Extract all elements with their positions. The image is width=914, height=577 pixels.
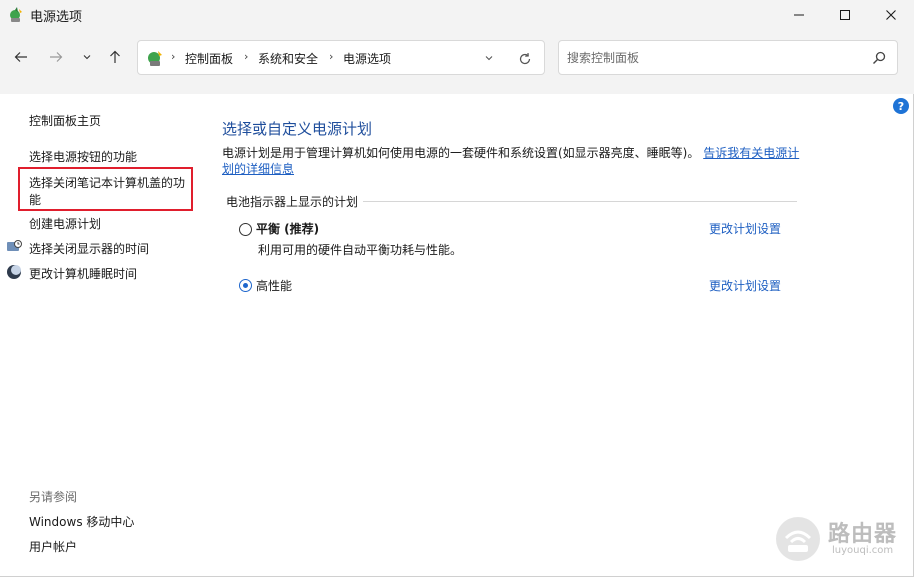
plan-balanced-radio[interactable] xyxy=(239,223,252,236)
toolbar-divider xyxy=(0,90,914,94)
arrow-up-icon xyxy=(110,50,120,63)
breadcrumb-system-security[interactable]: 系统和安全 xyxy=(258,50,318,67)
watermark-url: luyouqi.com xyxy=(832,545,894,556)
maximize-icon xyxy=(840,10,850,20)
learn-more-link-text-1: 告诉我有关电源计 xyxy=(703,146,800,160)
address-dropdown-button[interactable] xyxy=(481,50,497,66)
breadcrumb-separator-icon: › xyxy=(244,50,249,63)
learn-more-link-text-2: 划的详细信息 xyxy=(222,162,295,176)
address-bar[interactable]: › 控制面板 › 系统和安全 › 电源选项 xyxy=(137,40,545,75)
breadcrumb-separator-icon: › xyxy=(329,50,334,63)
plan-high-performance-name[interactable]: 高性能 xyxy=(256,277,292,294)
plan-group-label: 电池指示器上显示的计划 xyxy=(226,195,359,209)
chevron-down-icon xyxy=(83,55,91,60)
page-title: 选择或自定义电源计划 xyxy=(222,120,373,138)
watermark-text: 路由器 xyxy=(828,522,898,547)
display-timer-icon xyxy=(7,240,22,251)
page-description: 电源计划是用于管理计算机如何使用电源的一套硬件和系统设置(如显示器亮度、睡眠等)… xyxy=(222,145,802,177)
plan-high-performance-change-link[interactable]: 更改计划设置 xyxy=(709,277,781,294)
forward-button[interactable] xyxy=(45,46,67,68)
close-icon xyxy=(886,10,896,20)
search-icon[interactable] xyxy=(871,50,887,66)
help-button[interactable]: ? xyxy=(893,98,909,114)
power-options-icon xyxy=(10,7,22,22)
plan-high-performance-radio[interactable] xyxy=(239,279,252,292)
sidebar-control-panel-home[interactable]: 控制面板主页 xyxy=(29,112,101,129)
maximize-button[interactable] xyxy=(822,0,868,30)
plan-group-divider xyxy=(363,201,797,202)
search-box[interactable] xyxy=(558,40,898,75)
arrow-left-icon xyxy=(14,52,27,62)
refresh-button[interactable] xyxy=(516,50,534,68)
arrow-right-icon xyxy=(50,52,63,62)
recent-locations-button[interactable] xyxy=(76,46,98,68)
plan-balanced-name[interactable]: 平衡 (推荐) xyxy=(256,220,319,237)
see-also-user-accounts[interactable]: 用户帐户 xyxy=(29,538,77,555)
chevron-down-icon xyxy=(485,56,493,61)
breadcrumb-separator-icon: › xyxy=(171,50,176,63)
sidebar-item-display-off[interactable]: 选择关闭显示器的时间 xyxy=(29,240,149,257)
see-also-heading: 另请参阅 xyxy=(29,490,78,504)
navigation-bar: › 控制面板 › 系统和安全 › 电源选项 xyxy=(0,30,914,90)
minimize-icon xyxy=(794,14,804,16)
title-bar: 电源选项 xyxy=(0,0,914,30)
power-options-window: 电源选项 › 控制面板 › 系统和安全 › 电源选项 搜索控制面板 ? 控制面板… xyxy=(0,0,914,577)
back-button[interactable] xyxy=(10,46,32,68)
close-button[interactable] xyxy=(868,0,914,30)
refresh-icon xyxy=(519,52,531,65)
plan-balanced-description: 利用可用的硬件自动平衡功耗与性能。 xyxy=(258,243,463,257)
breadcrumb-control-panel[interactable]: 控制面板 xyxy=(185,50,233,67)
breadcrumb-power-options[interactable]: 电源选项 xyxy=(343,50,391,67)
search-input[interactable] xyxy=(567,49,857,67)
see-also-mobility-center[interactable]: Windows 移动中心 xyxy=(29,513,134,530)
minimize-button[interactable] xyxy=(776,0,822,30)
plan-balanced-change-link[interactable]: 更改计划设置 xyxy=(709,220,781,237)
sidebar-item-sleep-time[interactable]: 更改计算机睡眠时间 xyxy=(29,265,137,282)
sidebar-item-power-button[interactable]: 选择电源按钮的功能 xyxy=(29,148,137,165)
sleep-moon-icon xyxy=(7,265,21,279)
up-button[interactable] xyxy=(104,46,126,68)
red-highlight-box xyxy=(18,167,193,211)
sidebar-item-create-plan[interactable]: 创建电源计划 xyxy=(29,215,101,232)
window-title: 电源选项 xyxy=(30,10,83,25)
control-panel-icon xyxy=(148,51,162,66)
description-text: 电源计划是用于管理计算机如何使用电源的一套硬件和系统设置(如显示器亮度、睡眠等)… xyxy=(222,146,700,160)
